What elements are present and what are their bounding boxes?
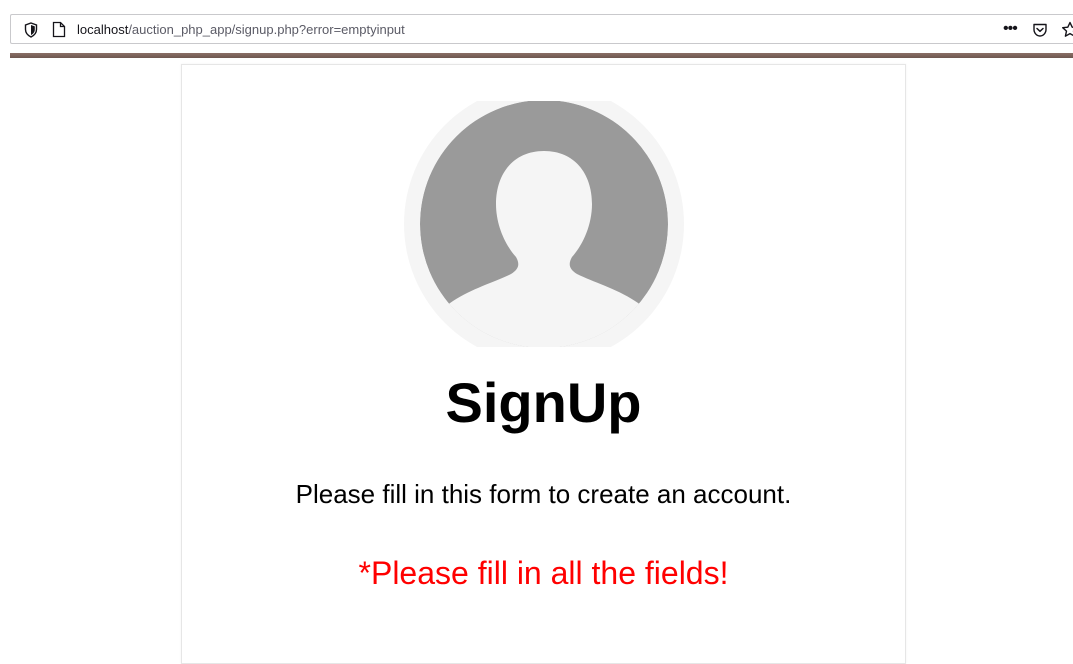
pocket-icon[interactable] bbox=[1032, 22, 1048, 38]
user-avatar-icon bbox=[404, 101, 684, 347]
error-message: *Please fill in all the fields! bbox=[358, 555, 729, 591]
address-bar[interactable]: localhost/auction_php_app/signup.php?err… bbox=[10, 14, 1073, 44]
page-title: SignUp bbox=[445, 371, 642, 434]
url-text[interactable]: localhost/auction_php_app/signup.php?err… bbox=[77, 22, 405, 38]
signup-card: SignUp Please fill in this form to creat… bbox=[181, 64, 906, 664]
form-instructions: Please fill in this form to create an ac… bbox=[295, 479, 792, 509]
page-icon bbox=[52, 21, 66, 38]
url-host: localhost bbox=[77, 22, 129, 37]
star-icon[interactable] bbox=[1061, 21, 1073, 39]
shield-icon[interactable] bbox=[24, 22, 38, 38]
more-icon[interactable]: ••• bbox=[1003, 19, 1018, 39]
header-strip bbox=[10, 53, 1073, 58]
url-path: /auction_php_app/signup.php?error=emptyi… bbox=[128, 22, 405, 37]
